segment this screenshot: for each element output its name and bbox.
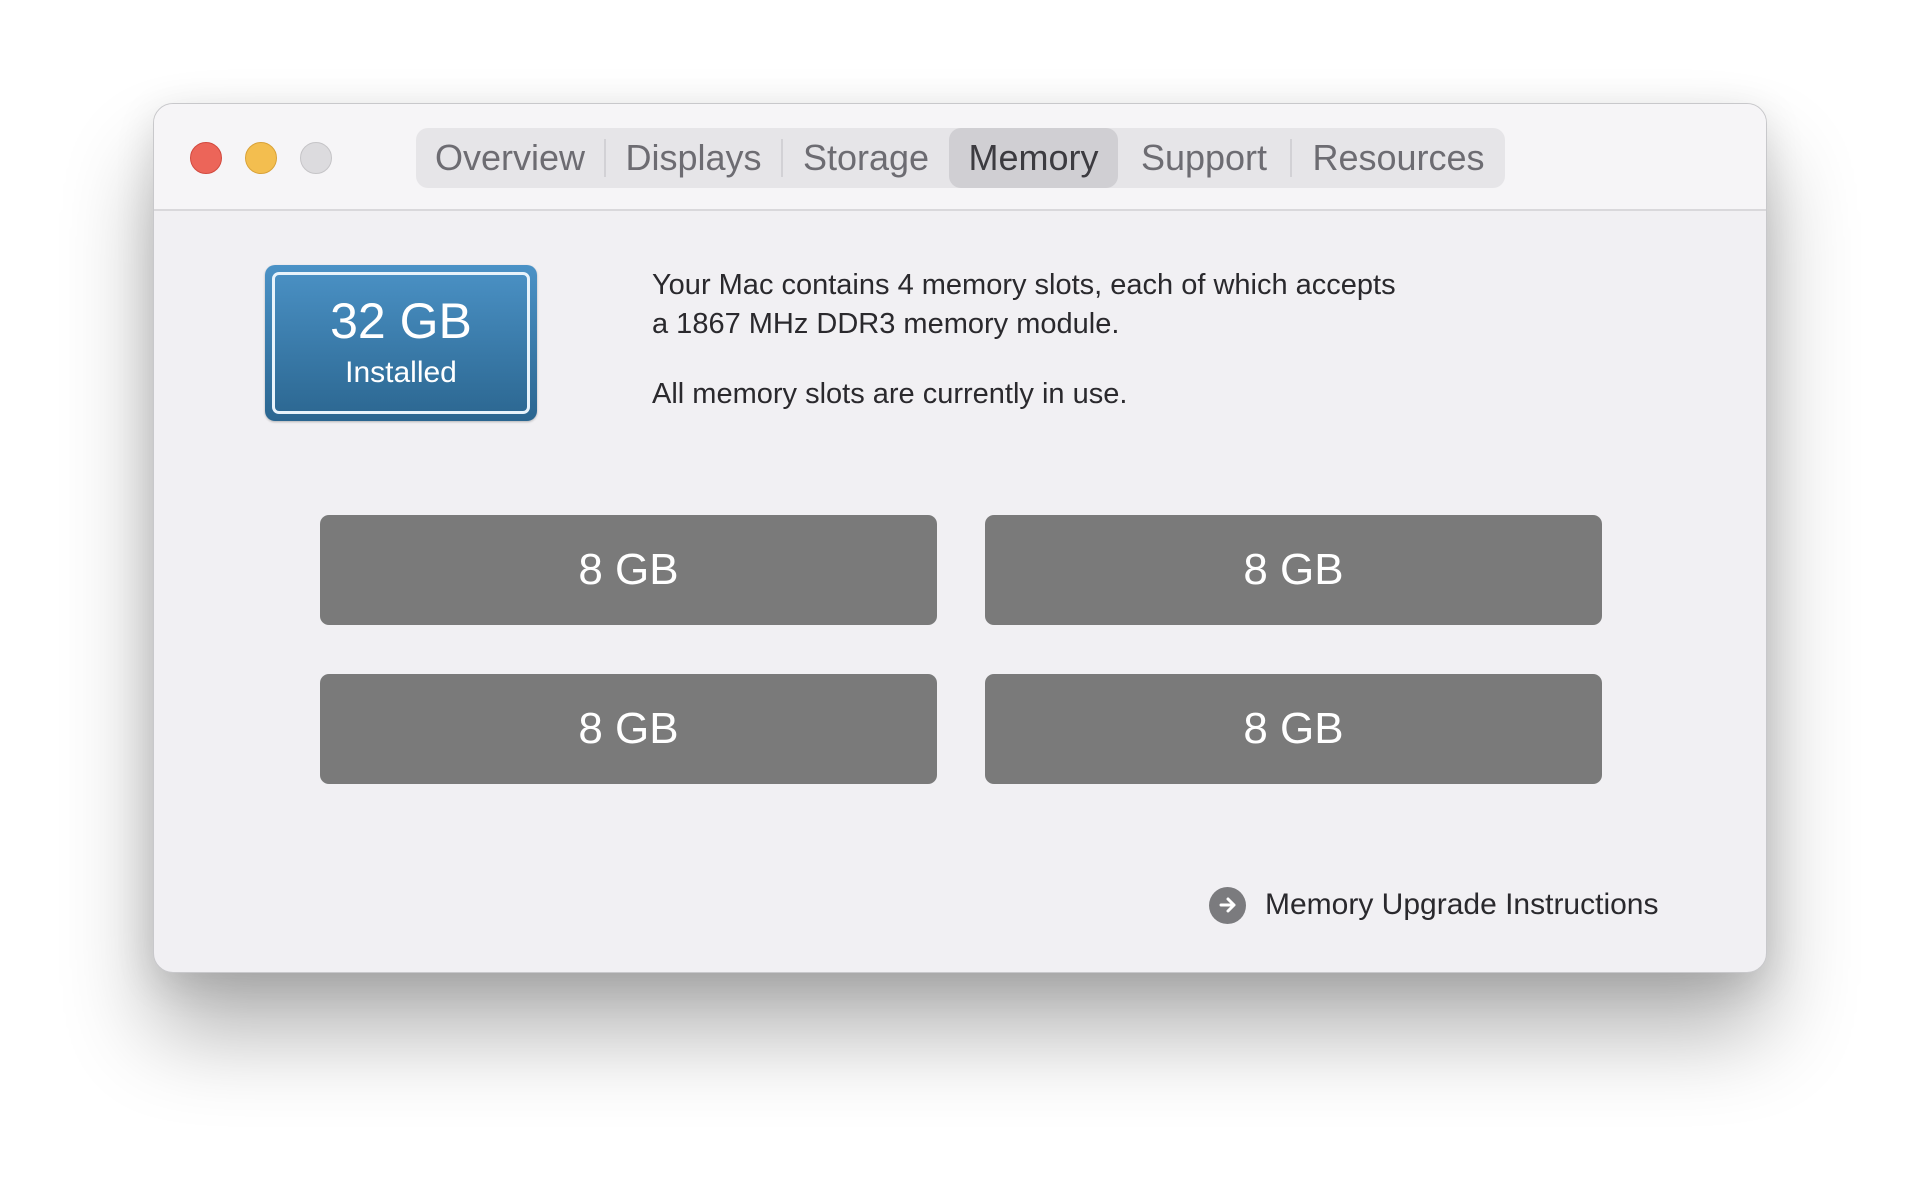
tab-label: Displays bbox=[625, 137, 762, 178]
titlebar: Overview Displays Storage Memory Support… bbox=[154, 104, 1766, 211]
total-memory: 32 GB bbox=[330, 293, 472, 349]
tab-resources[interactable]: Resources bbox=[1292, 128, 1505, 188]
tab-support[interactable]: Support bbox=[1118, 128, 1290, 188]
memory-slot-4: 8 GB bbox=[985, 674, 1602, 784]
memory-slot-1: 8 GB bbox=[320, 515, 937, 625]
arrow-right-circle-icon bbox=[1209, 886, 1246, 924]
slot-size: 8 GB bbox=[1243, 545, 1344, 594]
tab-storage[interactable]: Storage bbox=[783, 128, 949, 188]
description-line-2: a 1867 MHz DDR3 memory module. bbox=[652, 308, 1120, 340]
about-this-mac-window: Overview Displays Storage Memory Support… bbox=[153, 103, 1767, 973]
description-line-1: Your Mac contains 4 memory slots, each o… bbox=[652, 269, 1396, 301]
tab-label: Overview bbox=[434, 137, 586, 178]
tab-label: Memory bbox=[968, 137, 1099, 178]
close-button[interactable] bbox=[190, 142, 222, 174]
memory-slot-2: 8 GB bbox=[985, 515, 1602, 625]
tab-label: Storage bbox=[802, 137, 930, 178]
memory-status: All memory slots are currently in use. bbox=[652, 378, 1128, 410]
memory-description: Your Mac contains 4 memory slots, each o… bbox=[652, 266, 1552, 344]
tab-bar: Overview Displays Storage Memory Support… bbox=[416, 128, 1505, 188]
memory-upgrade-instructions-link[interactable]: Memory Upgrade Instructions bbox=[1209, 885, 1659, 925]
tab-memory[interactable]: Memory bbox=[949, 128, 1118, 188]
slot-size: 8 GB bbox=[578, 704, 679, 753]
zoom-button[interactable] bbox=[300, 142, 332, 174]
link-label: Memory Upgrade Instructions bbox=[1265, 888, 1659, 921]
minimize-button[interactable] bbox=[245, 142, 277, 174]
installed-label: Installed bbox=[345, 356, 457, 389]
tab-overview[interactable]: Overview bbox=[416, 128, 604, 188]
slot-size: 8 GB bbox=[1243, 704, 1344, 753]
tab-displays[interactable]: Displays bbox=[606, 128, 781, 188]
badge-border: 32 GB Installed bbox=[272, 272, 530, 414]
memory-installed-badge: 32 GB Installed bbox=[265, 265, 537, 421]
memory-slot-3: 8 GB bbox=[320, 674, 937, 784]
memory-info: Your Mac contains 4 memory slots, each o… bbox=[652, 266, 1552, 414]
slot-size: 8 GB bbox=[578, 545, 679, 594]
tab-label: Support bbox=[1140, 137, 1268, 178]
tab-label: Resources bbox=[1312, 137, 1485, 178]
